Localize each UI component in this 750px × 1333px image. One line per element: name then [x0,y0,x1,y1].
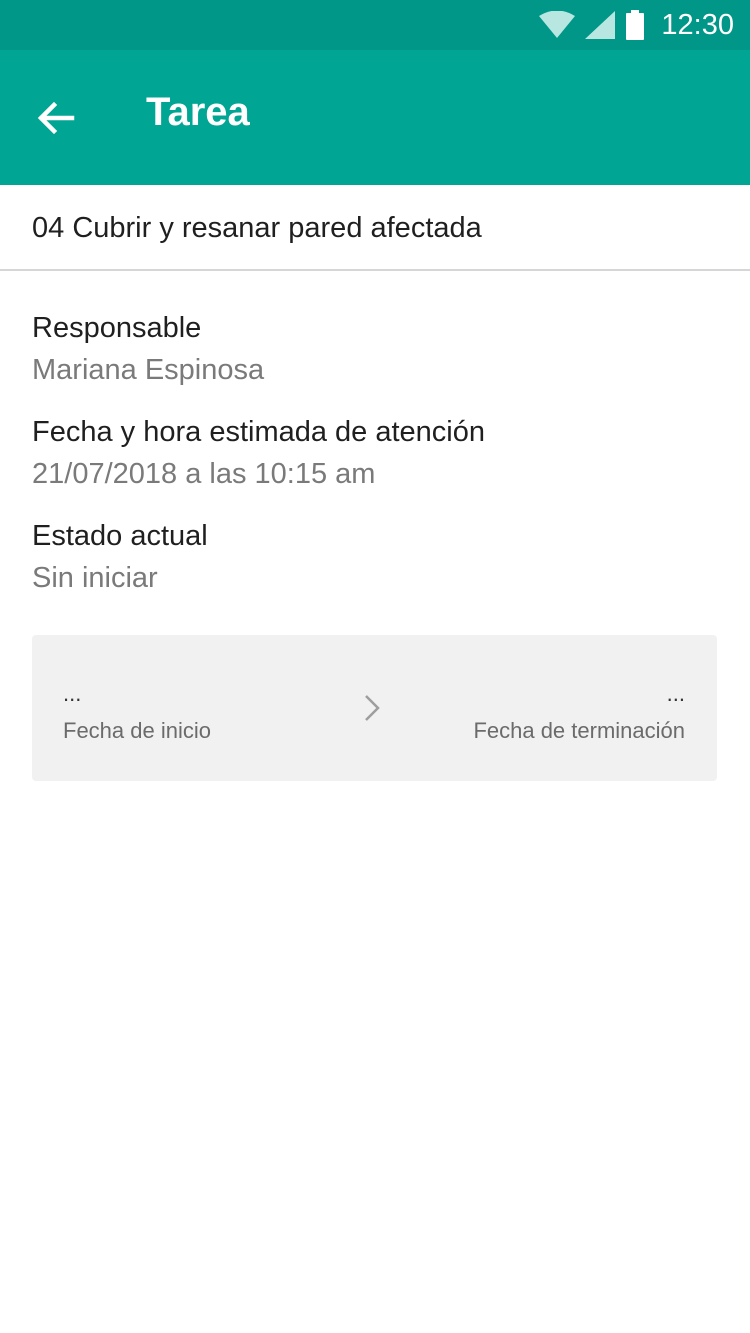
end-date-value: ... [666,681,685,706]
status-bar: 12:30 [0,0,750,50]
estimated-date-value: 21/07/2018 a las 10:15 am [32,458,376,490]
battery-icon [626,10,645,40]
task-name-row: 04 Cubrir y resanar pared afectada [0,185,750,271]
signal-icon [585,11,616,39]
date-range-card[interactable]: ... Fecha de inicio ... Fecha de termina… [32,635,717,781]
arrow-left-icon [37,101,75,135]
end-date-label: Fecha de terminación [473,718,685,743]
task-name: 04 Cubrir y resanar pared afectada [32,212,482,244]
page-title: Tarea [146,90,250,134]
estimated-date-label: Fecha y hora estimada de atención [32,416,485,448]
status-label: Estado actual [32,520,208,552]
start-date-label: Fecha de inicio [63,718,211,743]
wifi-icon [539,11,576,38]
app-bar: Tarea [0,50,750,185]
start-date-value: ... [63,681,82,706]
status-icons: 12:30 [539,0,734,50]
status-value: Sin iniciar [32,562,158,594]
back-button[interactable] [26,88,86,148]
responsible-value: Mariana Espinosa [32,354,265,386]
chevron-right-icon [365,695,380,721]
status-time: 12:30 [661,8,734,41]
responsible-label: Responsable [32,312,202,344]
